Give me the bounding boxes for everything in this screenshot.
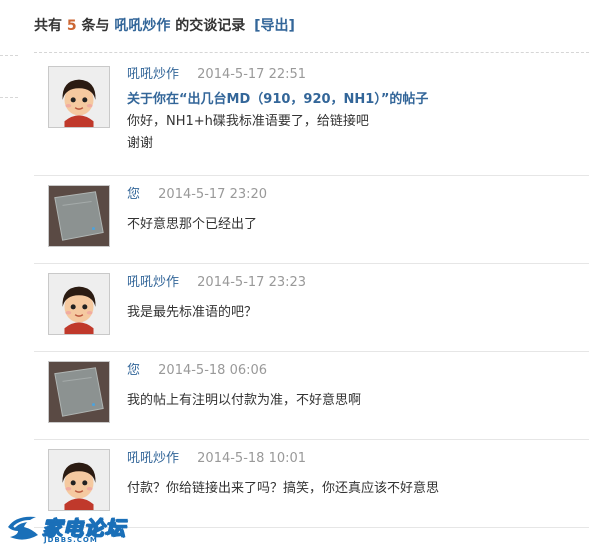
message-history-page: 共有 5 条与 吼吼炒作 的交谈记录 [导出] 吼吼炒作 2014-5-17 2… bbox=[0, 0, 589, 548]
avatar[interactable] bbox=[48, 185, 110, 247]
header-username[interactable]: 吼吼炒作 bbox=[114, 18, 170, 34]
message-meta: 您 2014-5-17 23:20 bbox=[127, 186, 579, 204]
message-text: 我是最先标准语的吧？ bbox=[127, 302, 579, 324]
message-text: 付款？你给链接出来了吗？搞笑，你还真应该不好意思 bbox=[127, 478, 579, 500]
message-item: 您 2014-5-18 06:06 我的帖上有注明以付款为准，不好意思啊 bbox=[34, 352, 589, 440]
message-line: 你好，NH1+h碟我标准语要了，给链接吧 bbox=[127, 114, 369, 129]
message-author[interactable]: 您 bbox=[127, 363, 140, 378]
message-time: 2014-5-17 22:51 bbox=[197, 67, 307, 82]
message-line: 谢谢 bbox=[127, 136, 154, 151]
device-photo-avatar-icon bbox=[49, 362, 109, 422]
header-middle: 条与 bbox=[81, 18, 110, 34]
message-author[interactable]: 您 bbox=[127, 187, 140, 202]
message-time: 2014-5-18 10:01 bbox=[197, 451, 307, 466]
avatar[interactable] bbox=[48, 273, 110, 335]
message-time: 2014-5-17 23:20 bbox=[158, 187, 268, 202]
message-meta: 吼吼炒作 2014-5-17 22:51 bbox=[127, 66, 579, 84]
device-photo-avatar-icon bbox=[49, 186, 109, 246]
site-logo-icon bbox=[8, 516, 38, 540]
watermark-subtext: JDBBS.COM bbox=[44, 536, 98, 544]
message-meta: 吼吼炒作 2014-5-18 10:01 bbox=[127, 450, 579, 468]
message-author[interactable]: 吼吼炒作 bbox=[127, 67, 179, 82]
message-content: 您 2014-5-17 23:20 不好意思那个已经出了 bbox=[127, 186, 579, 236]
message-content: 吼吼炒作 2014-5-18 10:01 付款？你给链接出来了吗？搞笑，你还真应… bbox=[127, 450, 579, 500]
avatar[interactable] bbox=[48, 449, 110, 511]
message-item: 吼吼炒作 2014-5-17 22:51 关于你在“出几台MD（910，920，… bbox=[34, 53, 589, 176]
cartoon-girl-avatar-icon bbox=[49, 67, 109, 127]
message-content: 吼吼炒作 2014-5-17 22:51 关于你在“出几台MD（910，920，… bbox=[127, 66, 579, 155]
message-line: 不好意思那个已经出了 bbox=[127, 217, 258, 232]
avatar[interactable] bbox=[48, 66, 110, 128]
message-author[interactable]: 吼吼炒作 bbox=[127, 451, 179, 466]
message-count: 5 bbox=[66, 18, 77, 34]
left-divider bbox=[0, 55, 18, 56]
cartoon-girl-avatar-icon bbox=[49, 274, 109, 334]
message-item: 吼吼炒作 2014-5-17 23:23 我是最先标准语的吧？ bbox=[34, 264, 589, 352]
site-watermark: 家电论坛 JDBBS.COM bbox=[4, 511, 129, 545]
message-text: 你好，NH1+h碟我标准语要了，给链接吧 谢谢 bbox=[127, 111, 579, 155]
message-text: 我的帖上有注明以付款为准，不好意思啊 bbox=[127, 390, 579, 412]
header-prefix: 共有 bbox=[34, 18, 62, 34]
message-line: 付款？你给链接出来了吗？搞笑，你还真应该不好意思 bbox=[127, 481, 440, 496]
message-text: 不好意思那个已经出了 bbox=[127, 214, 579, 236]
message-item: 您 2014-5-17 23:20 不好意思那个已经出了 bbox=[34, 176, 589, 264]
message-line: 我是最先标准语的吧？ bbox=[127, 305, 258, 320]
message-time: 2014-5-18 06:06 bbox=[158, 363, 268, 378]
avatar[interactable] bbox=[48, 361, 110, 423]
message-list: 吼吼炒作 2014-5-17 22:51 关于你在“出几台MD（910，920，… bbox=[34, 53, 589, 528]
conversation-header: 共有 5 条与 吼吼炒作 的交谈记录 [导出] bbox=[34, 0, 589, 53]
export-link[interactable]: [导出] bbox=[254, 18, 295, 34]
message-meta: 您 2014-5-18 06:06 bbox=[127, 362, 579, 380]
left-divider bbox=[0, 97, 18, 98]
message-content: 吼吼炒作 2014-5-17 23:23 我是最先标准语的吧？ bbox=[127, 274, 579, 324]
message-author[interactable]: 吼吼炒作 bbox=[127, 275, 179, 290]
message-line: 我的帖上有注明以付款为准，不好意思啊 bbox=[127, 393, 362, 408]
cartoon-girl-avatar-icon bbox=[49, 450, 109, 510]
message-meta: 吼吼炒作 2014-5-17 23:23 bbox=[127, 274, 579, 292]
message-content: 您 2014-5-18 06:06 我的帖上有注明以付款为准，不好意思啊 bbox=[127, 362, 579, 412]
thread-title-link[interactable]: 关于你在“出几台MD（910，920，NH1）”的帖子 bbox=[127, 90, 579, 110]
header-suffix: 的交谈记录 bbox=[175, 18, 246, 34]
message-time: 2014-5-17 23:23 bbox=[197, 275, 307, 290]
